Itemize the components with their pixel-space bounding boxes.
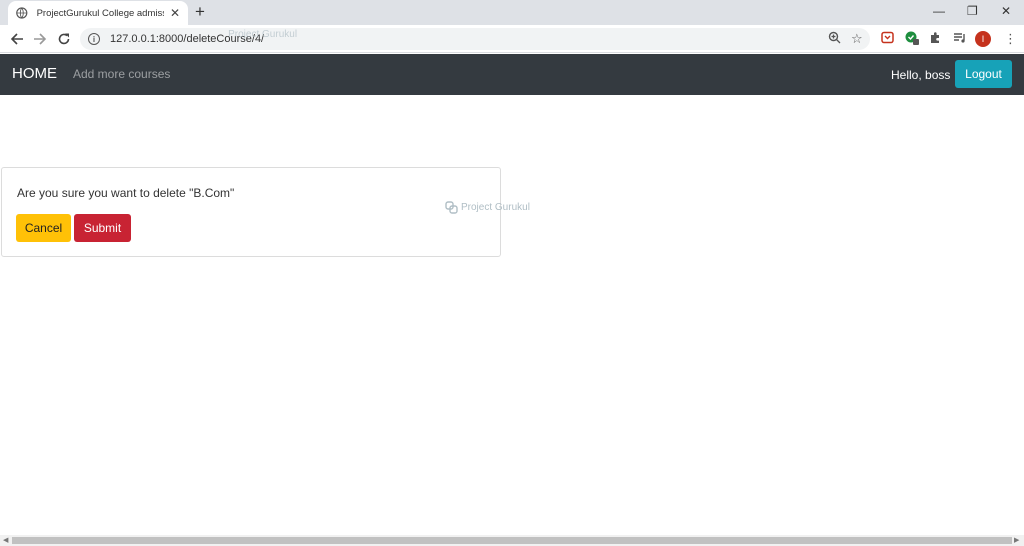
- address-bar[interactable]: i 127.0.0.1:8000/deleteCourse/4/ Project…: [80, 28, 870, 50]
- tab-title: ProjectGurukul College admission: [36, 7, 164, 19]
- restore-button[interactable]: ❐: [967, 2, 978, 20]
- scrollbar-thumb[interactable]: [12, 537, 1012, 544]
- new-tab-button[interactable]: +: [195, 3, 205, 21]
- browser-toolbar: i 127.0.0.1:8000/deleteCourse/4/ Project…: [0, 25, 1024, 53]
- add-courses-link[interactable]: Add more courses: [73, 67, 170, 81]
- star-icon[interactable]: ☆: [851, 31, 863, 47]
- window-close-button[interactable]: ✕: [1001, 2, 1011, 20]
- back-icon[interactable]: [8, 30, 26, 48]
- reload-icon[interactable]: [55, 30, 73, 48]
- extension-icon[interactable]: [881, 31, 894, 48]
- logout-button[interactable]: Logout: [955, 60, 1012, 88]
- puzzle-icon[interactable]: [929, 31, 942, 48]
- avatar[interactable]: I: [975, 31, 991, 47]
- tab-strip: ProjectGurukul College admission ✕ + — ❐…: [0, 0, 1024, 25]
- menu-icon[interactable]: ⋮: [1004, 31, 1017, 47]
- zoom-icon[interactable]: [828, 31, 841, 48]
- app-navbar: HOME Add more courses Hello, boss Logout: [0, 54, 1024, 95]
- submit-button[interactable]: Submit: [74, 214, 131, 242]
- forward-icon[interactable]: [31, 30, 49, 48]
- url-watermark: Project Gurukul: [228, 28, 298, 40]
- watermark: Project Gurukul: [445, 201, 530, 214]
- scroll-left-icon[interactable]: ◀: [3, 535, 8, 546]
- cancel-button[interactable]: Cancel: [16, 214, 71, 242]
- browser-tab[interactable]: ProjectGurukul College admission ✕: [8, 1, 188, 25]
- globe-icon: [16, 7, 28, 19]
- greeting-text: Hello, boss: [891, 68, 951, 82]
- horizontal-scrollbar[interactable]: ◀ ▶: [0, 535, 1024, 546]
- media-icon[interactable]: [953, 31, 966, 48]
- scroll-right-icon[interactable]: ▶: [1014, 535, 1019, 546]
- shield-extension-icon[interactable]: [905, 31, 919, 49]
- confirm-message: Are you sure you want to delete "B.Com": [17, 186, 235, 200]
- watermark-logo-icon: [445, 201, 458, 214]
- watermark-text: Project Gurukul: [461, 202, 530, 213]
- info-icon[interactable]: i: [88, 33, 100, 45]
- minimize-button[interactable]: —: [933, 2, 945, 20]
- tab-close-icon[interactable]: ✕: [170, 7, 180, 19]
- delete-confirm-card: Are you sure you want to delete "B.Com" …: [1, 167, 501, 257]
- home-link[interactable]: HOME: [12, 65, 57, 82]
